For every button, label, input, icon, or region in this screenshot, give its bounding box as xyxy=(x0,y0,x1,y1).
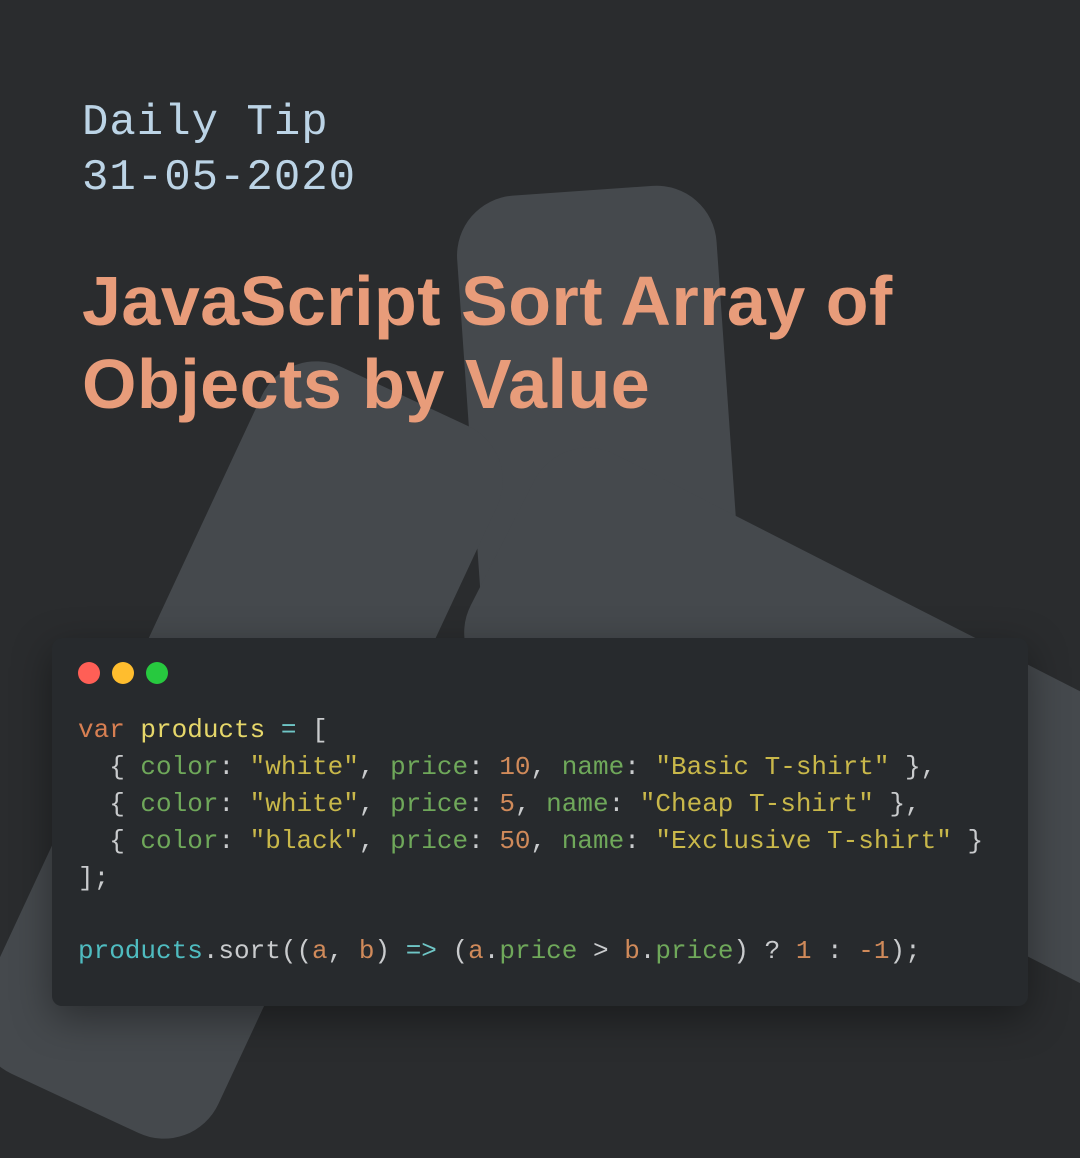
close-icon xyxy=(78,662,100,684)
code-token: : xyxy=(624,826,655,856)
page-title: JavaScript Sort Array of Objects by Valu… xyxy=(82,260,998,425)
code-line: ]; xyxy=(78,863,109,893)
code-token: price xyxy=(390,789,468,819)
header-label: Daily Tip xyxy=(82,96,998,151)
code-token: : xyxy=(218,752,249,782)
code-token: ) xyxy=(374,936,405,966)
code-token xyxy=(78,900,94,930)
code-token: name xyxy=(546,789,608,819)
code-token: "black" xyxy=(250,826,359,856)
code-token: } xyxy=(952,826,983,856)
code-token: . xyxy=(640,936,656,966)
code-token: 1 xyxy=(796,936,812,966)
code-token: : xyxy=(609,789,640,819)
code-token: ) ? xyxy=(733,936,795,966)
code-token: name xyxy=(562,826,624,856)
code-token: price xyxy=(499,936,577,966)
code-token: : xyxy=(218,826,249,856)
code-token: : xyxy=(218,789,249,819)
code-token: : xyxy=(624,752,655,782)
code-token: [ xyxy=(296,715,327,745)
code-token: products xyxy=(78,936,203,966)
window-controls xyxy=(78,662,1002,684)
code-token: "white" xyxy=(250,752,359,782)
code-token: price xyxy=(390,826,468,856)
code-token: 10 xyxy=(499,752,530,782)
code-token xyxy=(125,715,141,745)
code-token: { xyxy=(78,826,140,856)
code-token: color xyxy=(140,826,218,856)
code-token: : xyxy=(811,936,858,966)
content-area: Daily Tip 31-05-2020 JavaScript Sort Arr… xyxy=(0,0,1080,425)
code-token: b xyxy=(624,936,640,966)
code-token: . xyxy=(484,936,500,966)
code-token: "Exclusive T-shirt" xyxy=(655,826,951,856)
code-token: products xyxy=(140,715,265,745)
code-token: , xyxy=(328,936,359,966)
code-token: "Basic T-shirt" xyxy=(655,752,889,782)
code-line: { color: "white", price: 5, name: "Cheap… xyxy=(78,789,921,819)
code-token: var xyxy=(78,715,125,745)
code-token: color xyxy=(140,789,218,819)
code-token: = xyxy=(281,715,297,745)
code-line: { color: "black", price: 50, name: "Excl… xyxy=(78,826,983,856)
code-token: }, xyxy=(889,752,936,782)
code-token: }, xyxy=(874,789,921,819)
maximize-icon xyxy=(146,662,168,684)
code-token: .sort(( xyxy=(203,936,312,966)
code-token: 5 xyxy=(499,789,515,819)
code-token: -1 xyxy=(858,936,889,966)
code-token: "Cheap T-shirt" xyxy=(640,789,874,819)
code-token: ); xyxy=(889,936,920,966)
code-token: => xyxy=(406,936,437,966)
code-token: "white" xyxy=(250,789,359,819)
code-token: , xyxy=(359,826,390,856)
code-token: , xyxy=(359,789,390,819)
code-token: price xyxy=(655,936,733,966)
code-token: : xyxy=(468,789,499,819)
code-token: name xyxy=(562,752,624,782)
code-token: , xyxy=(531,826,562,856)
code-token: price xyxy=(390,752,468,782)
code-line xyxy=(78,900,94,930)
code-token: > xyxy=(577,936,624,966)
code-token: { xyxy=(78,752,140,782)
code-token: : xyxy=(468,826,499,856)
code-token: , xyxy=(531,752,562,782)
code-token: , xyxy=(359,752,390,782)
code-token: ( xyxy=(437,936,468,966)
code-token xyxy=(265,715,281,745)
code-block: var products = [ { color: "white", price… xyxy=(78,712,1002,970)
header-block: Daily Tip 31-05-2020 xyxy=(82,96,998,206)
code-token: ]; xyxy=(78,863,109,893)
code-line: products.sort((a, b) => (a.price > b.pri… xyxy=(78,936,921,966)
code-token: { xyxy=(78,789,140,819)
code-token: , xyxy=(515,789,546,819)
code-line: var products = [ xyxy=(78,715,328,745)
code-token: a xyxy=(468,936,484,966)
minimize-icon xyxy=(112,662,134,684)
code-token: b xyxy=(359,936,375,966)
code-token: a xyxy=(312,936,328,966)
code-token: color xyxy=(140,752,218,782)
code-token: 50 xyxy=(499,826,530,856)
code-line: { color: "white", price: 10, name: "Basi… xyxy=(78,752,936,782)
header-date: 31-05-2020 xyxy=(82,151,998,206)
code-token: : xyxy=(468,752,499,782)
code-window: var products = [ { color: "white", price… xyxy=(52,638,1028,1006)
